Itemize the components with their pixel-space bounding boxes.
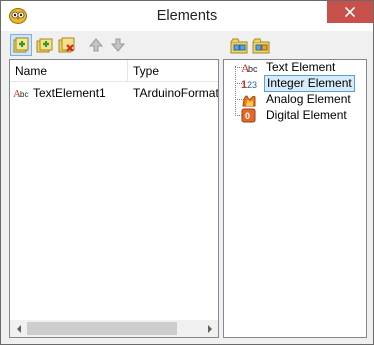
palette-item-label: Digital Element <box>266 108 347 122</box>
text-element-icon: A bc <box>13 88 28 100</box>
palette-item-label: Text Element <box>266 60 336 74</box>
column-header-name[interactable]: Name <box>10 60 127 82</box>
table-row[interactable]: A bc TextElement1 TArduinoFormatte <box>10 84 218 102</box>
scroll-left-icon <box>16 324 21 333</box>
scroll-right-button[interactable] <box>201 320 218 337</box>
add-folder-icon[interactable] <box>36 36 54 54</box>
scroll-left-button[interactable] <box>10 320 27 337</box>
column-header-type[interactable]: Type <box>128 60 218 82</box>
svg-text:0: 0 <box>245 111 250 121</box>
move-down-icon[interactable] <box>109 36 127 54</box>
horizontal-scrollbar[interactable] <box>10 320 218 337</box>
table-cell-name: A bc TextElement1 <box>13 84 130 102</box>
delete-element-icon[interactable] <box>58 36 76 54</box>
svg-text:bc: bc <box>248 64 258 74</box>
elements-window: Elements Name Type A bc TextElement1 TAr… <box>0 0 374 345</box>
expand-all-icon[interactable] <box>230 36 248 54</box>
tree-line <box>235 66 236 114</box>
element-palette-tree[interactable]: A bc Text Element 1 23 Integer Element A… <box>223 59 367 338</box>
palette-item-label: Integer Element <box>264 75 355 92</box>
close-button[interactable] <box>327 1 373 23</box>
scroll-right-icon <box>207 324 212 333</box>
svg-text:bc: bc <box>20 90 28 99</box>
text-element-icon: A bc <box>241 61 258 75</box>
row-name: TextElement1 <box>33 86 106 100</box>
digital-element-icon: 0 <box>241 108 256 123</box>
row-type: TArduinoFormatte <box>133 86 218 100</box>
svg-text:23: 23 <box>247 80 257 90</box>
add-element-icon[interactable] <box>12 36 30 54</box>
window-title: Elements <box>156 8 218 24</box>
collapse-all-icon[interactable] <box>252 36 270 54</box>
title-bar[interactable]: Elements <box>1 1 373 31</box>
move-up-icon[interactable] <box>87 36 105 54</box>
elements-list[interactable]: Name Type A bc TextElement1 TArduinoForm… <box>9 59 219 338</box>
palette-item-label: Analog Element <box>266 92 351 106</box>
close-icon <box>345 7 355 17</box>
integer-element-icon: 1 23 <box>241 79 257 91</box>
scrollbar-thumb[interactable] <box>27 322 177 335</box>
app-owl-icon <box>9 8 27 24</box>
analog-element-icon <box>242 95 256 107</box>
